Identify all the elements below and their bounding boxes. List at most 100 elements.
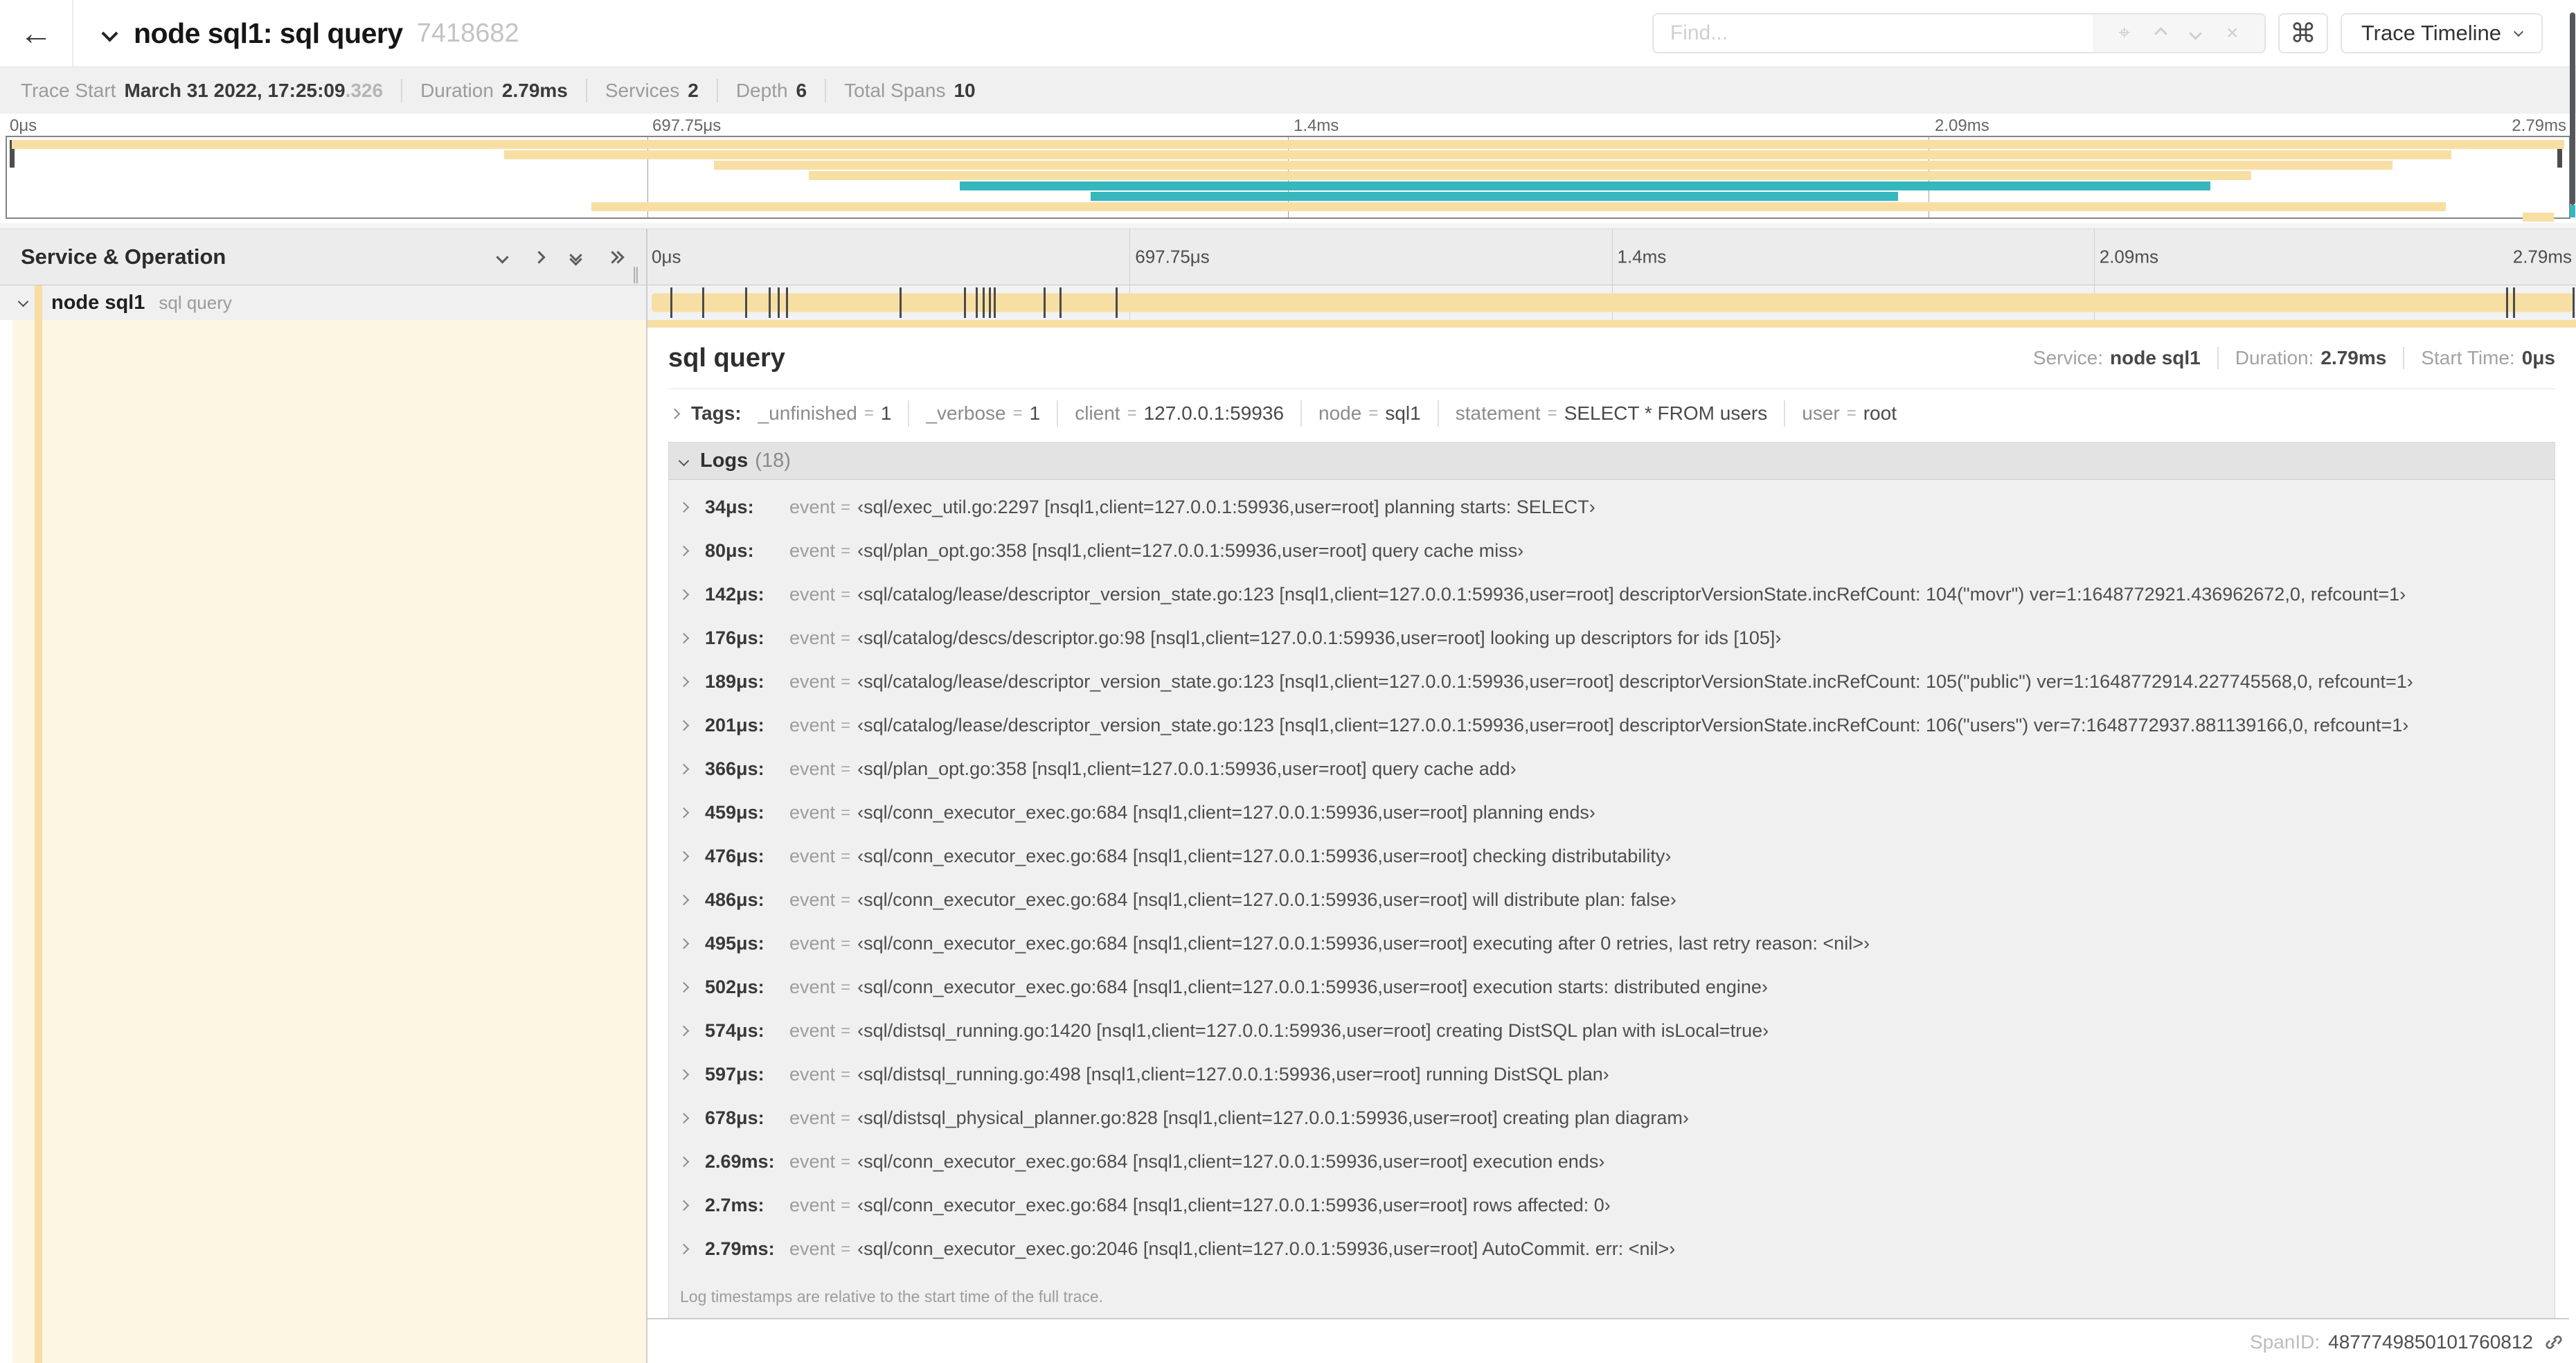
view-selector-label: Trace Timeline: [2361, 21, 2501, 45]
span-bar-track[interactable]: [647, 285, 2576, 320]
collapse-trace-chevron-icon[interactable]: [101, 24, 118, 42]
expand-one-icon[interactable]: [533, 250, 546, 264]
logs-header[interactable]: Logs (18): [669, 443, 2555, 480]
span-duration-bar[interactable]: [651, 293, 2573, 312]
expand-log-chevron-icon[interactable]: [678, 1243, 705, 1255]
log-marker-tick[interactable]: [976, 287, 978, 318]
log-row[interactable]: 201μs: event = ‹sql/catalog/lease/descripto…: [669, 704, 2555, 747]
log-marker-tick[interactable]: [785, 287, 788, 318]
service-operation-header: Service & Operation ∥: [0, 229, 647, 285]
log-row[interactable]: 597μs: event = ‹sql/distsql_running.go:498 …: [669, 1053, 2555, 1096]
expand-log-chevron-icon[interactable]: [678, 545, 705, 557]
log-field-name: event: [789, 802, 836, 823]
expand-log-chevron-icon[interactable]: [678, 938, 705, 950]
trace-title-group[interactable]: node sql1: sql query 7418682: [101, 17, 519, 50]
span-row[interactable]: node sql1 sql query: [0, 285, 2576, 320]
log-row[interactable]: 80μs: event = ‹sql/plan_opt.go:358 [nsql1,c…: [669, 529, 2555, 573]
find-input[interactable]: [1653, 15, 2093, 52]
log-marker-tick[interactable]: [1115, 287, 1118, 318]
log-marker-tick[interactable]: [701, 287, 704, 318]
log-row[interactable]: 459μs: event = ‹sql/conn_executor_exec.go:6…: [669, 791, 2555, 835]
log-timestamp: 142μs:: [705, 584, 764, 605]
log-row[interactable]: 34μs: event = ‹sql/exec_util.go:2297 [nsql1…: [669, 485, 2555, 529]
collapse-logs-chevron-icon[interactable]: [678, 455, 690, 467]
log-marker-tick[interactable]: [670, 287, 672, 318]
expand-log-chevron-icon[interactable]: [678, 763, 705, 775]
expand-log-chevron-icon[interactable]: [678, 807, 705, 819]
minimap-canvas[interactable]: [6, 136, 2570, 222]
log-row[interactable]: 2.7ms: event = ‹sql/conn_executor_exec.go:6…: [669, 1184, 2555, 1227]
expand-log-chevron-icon[interactable]: [678, 850, 705, 862]
log-marker-tick[interactable]: [2513, 287, 2516, 318]
log-row[interactable]: 142μs: event = ‹sql/catalog/lease/descripto…: [669, 573, 2555, 616]
expand-log-chevron-icon[interactable]: [678, 1156, 705, 1168]
log-row[interactable]: 495μs: event = ‹sql/conn_executor_exec.go:6…: [669, 922, 2555, 965]
expand-log-chevron-icon[interactable]: [678, 1200, 705, 1211]
log-row[interactable]: 2.79ms: event = ‹sql/conn_executor_exec.go:…: [669, 1227, 2555, 1271]
log-marker-tick[interactable]: [989, 287, 992, 318]
minimap-axis-labels: 0μs 697.75μs 1.4ms 2.09ms 2.79ms: [6, 116, 2570, 136]
log-timestamp: 189μs:: [705, 671, 764, 692]
log-marker-tick[interactable]: [2506, 287, 2509, 318]
tag-item[interactable]: _unfinished = 1: [742, 400, 909, 427]
summary-item: Services 2: [585, 78, 717, 103]
expand-log-chevron-icon[interactable]: [678, 894, 705, 906]
log-marker-tick[interactable]: [900, 287, 902, 318]
timeline-minimap[interactable]: 0μs 697.75μs 1.4ms 2.09ms 2.79ms: [0, 114, 2576, 223]
expand-log-chevron-icon[interactable]: [678, 1069, 705, 1080]
locate-icon[interactable]: ⌖: [2118, 21, 2130, 45]
span-row-label-cell[interactable]: node sql1 sql query: [0, 285, 647, 320]
expand-log-chevron-icon[interactable]: [678, 720, 705, 731]
log-marker-tick[interactable]: [964, 287, 967, 318]
log-row[interactable]: 2.69ms: event = ‹sql/conn_executor_exec.go:…: [669, 1140, 2555, 1184]
log-row[interactable]: 574μs: event = ‹sql/distsql_running.go:1420…: [669, 1009, 2555, 1053]
summary-item-label: Services: [605, 79, 680, 101]
back-button[interactable]: ←: [0, 0, 73, 66]
expand-log-chevron-icon[interactable]: [678, 1025, 705, 1037]
log-marker-tick[interactable]: [994, 287, 996, 318]
log-row[interactable]: 486μs: event = ‹sql/conn_executor_exec.go:6…: [669, 878, 2555, 922]
expand-log-chevron-icon[interactable]: [678, 1112, 705, 1124]
log-row[interactable]: 366μs: event = ‹sql/plan_opt.go:358 [nsql1,…: [669, 747, 2555, 791]
expand-log-chevron-icon[interactable]: [678, 501, 705, 513]
log-marker-tick[interactable]: [983, 287, 985, 318]
tag-item[interactable]: user = root: [1784, 400, 1913, 427]
minimap-span-bar: [503, 150, 2451, 159]
log-row[interactable]: 176μs: event = ‹sql/catalog/descs/descripto…: [669, 616, 2555, 660]
keyboard-shortcuts-button[interactable]: ⌘: [2278, 13, 2328, 53]
deep-link-icon[interactable]: [2543, 1331, 2565, 1353]
log-row[interactable]: 476μs: event = ‹sql/conn_executor_exec.go:6…: [669, 835, 2555, 878]
log-row[interactable]: 502μs: event = ‹sql/conn_executor_exec.go:6…: [669, 965, 2555, 1009]
log-row[interactable]: 189μs: event = ‹sql/catalog/lease/descripto…: [669, 660, 2555, 704]
find-next-icon[interactable]: [2189, 26, 2202, 40]
tag-item[interactable]: client = 127.0.0.1:59936: [1057, 400, 1300, 427]
collapse-span-chevron-icon[interactable]: [17, 296, 29, 309]
log-marker-tick[interactable]: [1043, 287, 1046, 318]
expand-log-chevron-icon[interactable]: [678, 589, 705, 600]
vertical-scrollbar-thumb[interactable]: [2570, 12, 2575, 205]
expand-log-chevron-icon[interactable]: [678, 981, 705, 993]
tag-item[interactable]: statement = SELECT * FROM users: [1437, 400, 1785, 427]
view-selector-button[interactable]: Trace Timeline: [2340, 13, 2543, 53]
find-prev-icon[interactable]: [2154, 26, 2167, 40]
clear-find-icon[interactable]: ×: [2226, 21, 2239, 45]
collapse-all-icon[interactable]: [569, 248, 582, 266]
log-marker-tick[interactable]: [744, 287, 747, 318]
tag-item[interactable]: _verbose = 1: [908, 400, 1057, 427]
column-resize-handle[interactable]: ∥: [632, 265, 642, 285]
log-row[interactable]: 678μs: event = ‹sql/distsql_physical_planne…: [669, 1096, 2555, 1140]
expand-all-icon[interactable]: [606, 250, 625, 264]
expand-log-chevron-icon[interactable]: [678, 676, 705, 688]
log-field-name: event: [789, 1151, 836, 1172]
tag-equals: =: [1368, 404, 1379, 422]
tag-item[interactable]: node = sql1: [1300, 400, 1438, 427]
collapse-one-icon[interactable]: [496, 250, 509, 264]
tag-equals: =: [1547, 404, 1557, 422]
log-marker-tick[interactable]: [2572, 287, 2575, 318]
expand-tags-chevron-icon[interactable]: [669, 408, 681, 419]
expand-log-chevron-icon[interactable]: [678, 632, 705, 644]
log-marker-tick[interactable]: [777, 287, 780, 318]
tags-row[interactable]: Tags: _unfinished = 1 _verbose = 1 client = 127.…: [668, 389, 2555, 438]
log-marker-tick[interactable]: [768, 287, 771, 318]
log-marker-tick[interactable]: [1059, 287, 1062, 318]
